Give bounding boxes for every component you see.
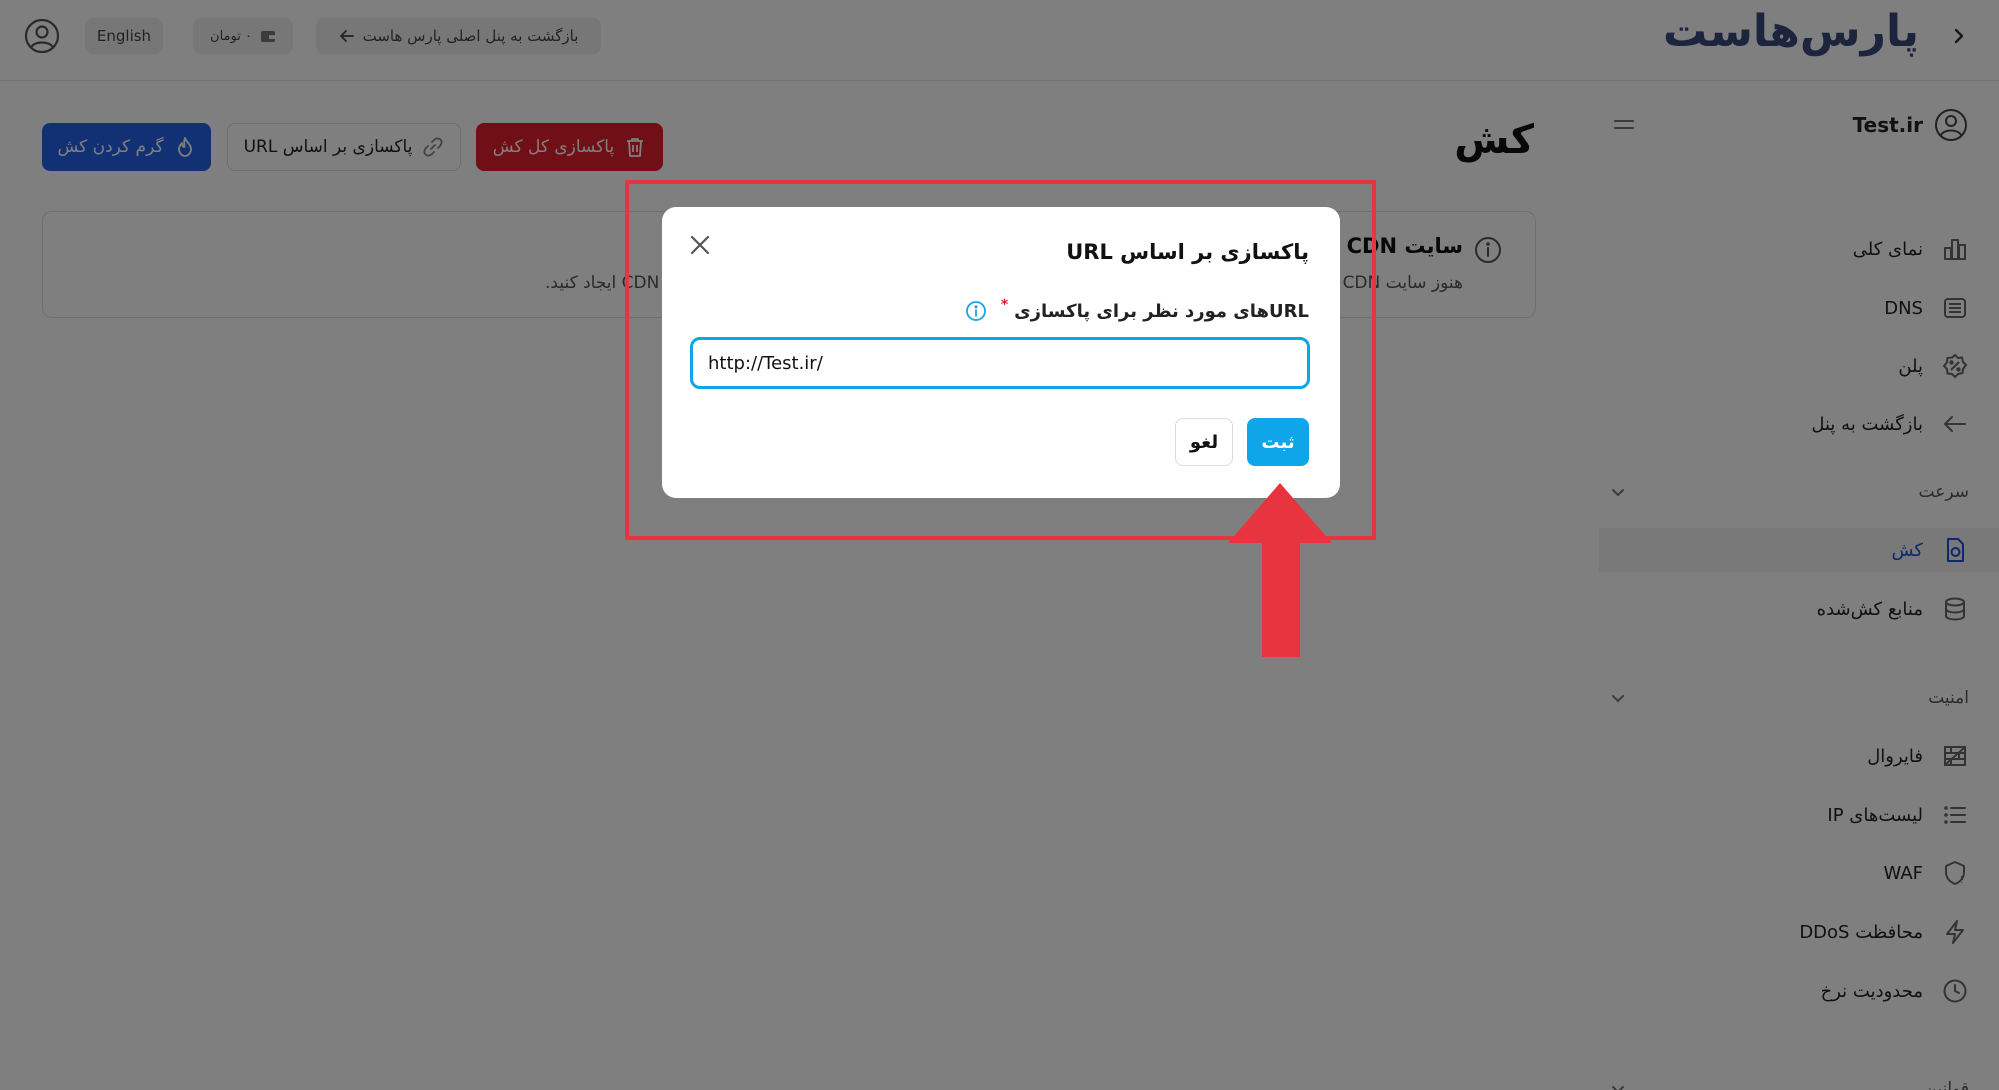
annotation-arrow-icon <box>1228 483 1332 657</box>
modal-overlay[interactable] <box>0 0 1999 1090</box>
